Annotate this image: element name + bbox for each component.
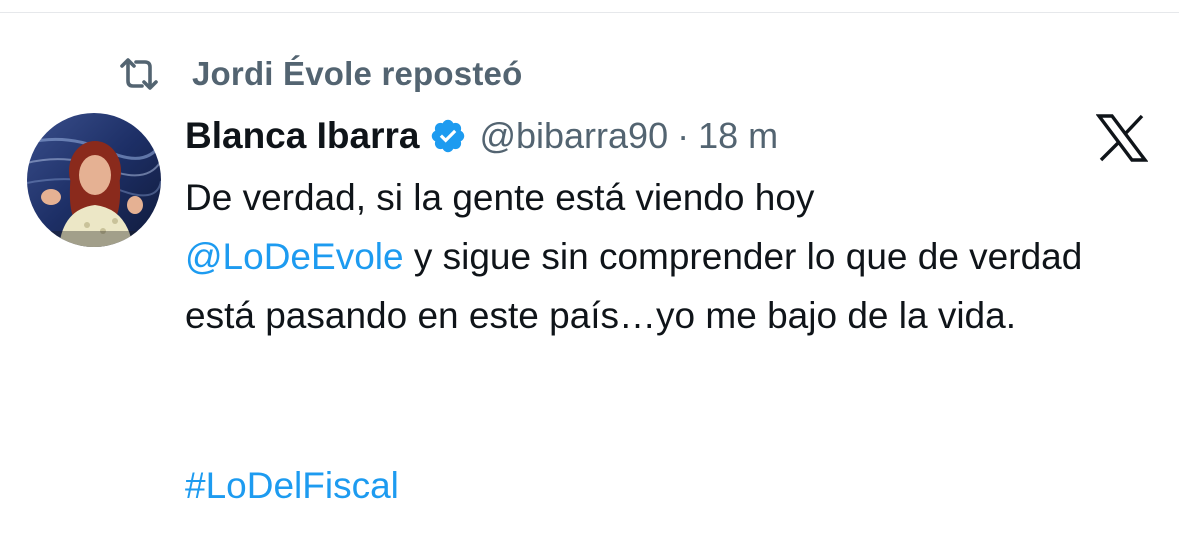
hashtag-row: #LoDelFiscal [185,456,399,515]
x-logo-icon [1095,114,1149,162]
repost-label: Jordi Évole reposteó [192,55,523,92]
hashtag-link[interactable]: #LoDelFiscal [185,465,399,506]
avatar[interactable] [27,113,161,247]
tweet-header: Blanca Ibarra @bibarra90 · 18 m [185,110,778,162]
post-time[interactable]: 18 m [698,115,778,157]
author-handle[interactable]: @bibarra90 [479,115,668,157]
tweet-text: De verdad, si la gente está viendo hoy @… [185,168,1145,345]
mention-link[interactable]: @LoDeEvole [185,236,404,277]
meta-separator: · [677,115,690,156]
author-name[interactable]: Blanca Ibarra [185,115,419,157]
top-divider [0,12,1179,13]
tweet-text-line1: De verdad, si la gente está viendo hoy [185,177,815,218]
repost-icon [118,54,166,94]
repost-context[interactable]: Jordi Évole reposteó [118,52,522,96]
verified-badge-icon[interactable] [429,117,467,155]
